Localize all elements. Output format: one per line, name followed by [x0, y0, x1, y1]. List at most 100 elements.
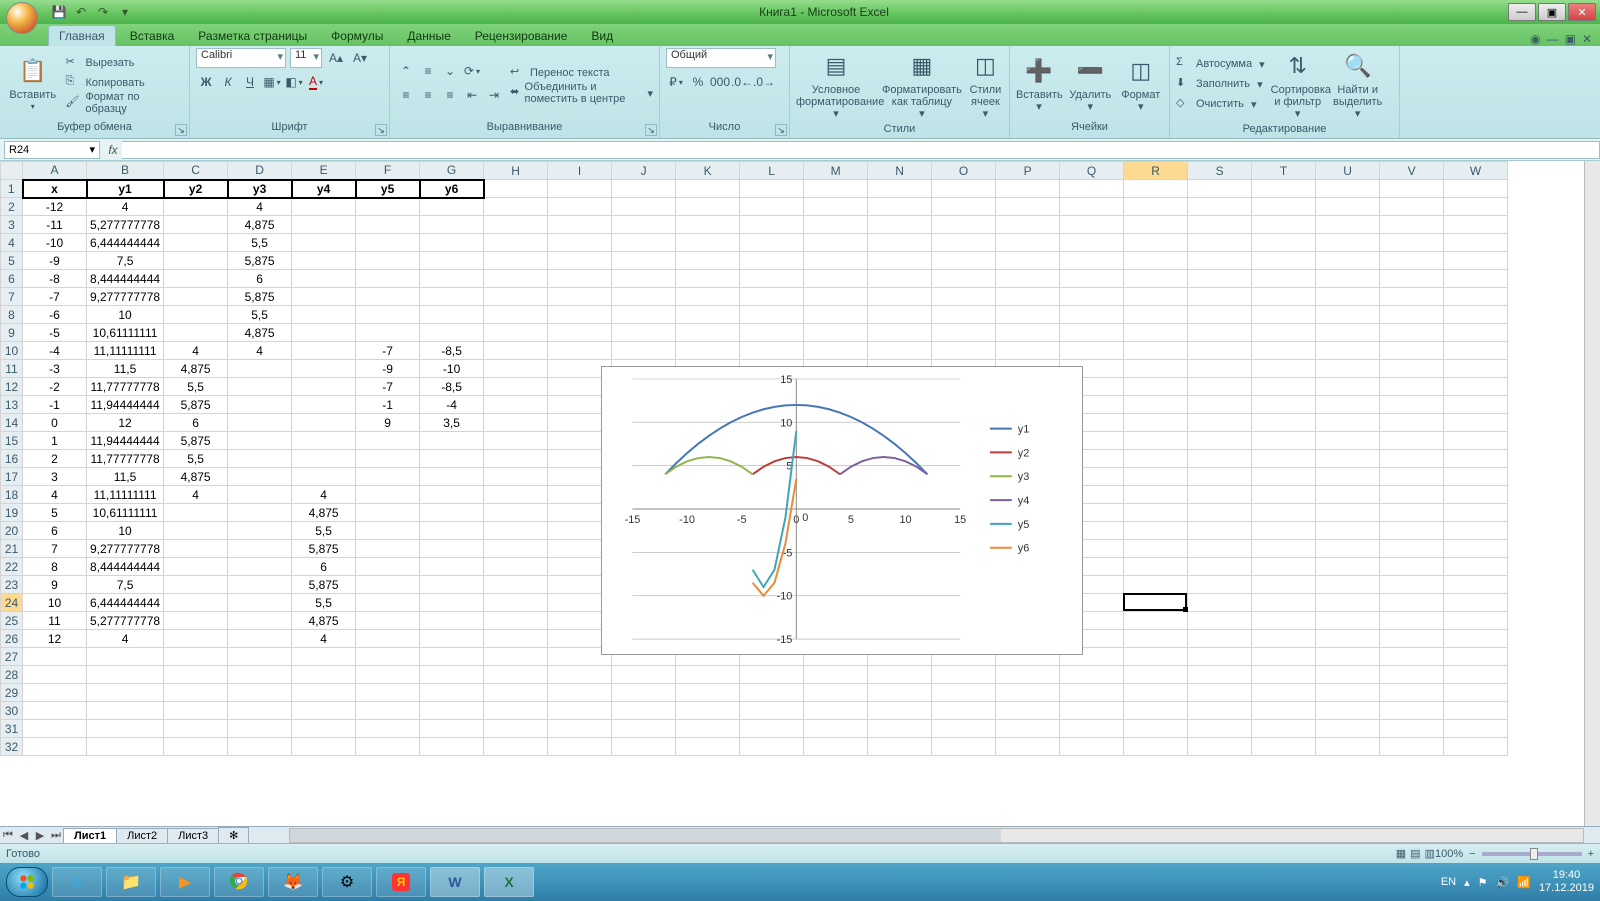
cell-S11[interactable]	[1188, 360, 1252, 378]
cell-L3[interactable]	[740, 216, 804, 234]
cell-B25[interactable]: 5,277777778	[87, 612, 164, 630]
cell-U11[interactable]	[1316, 360, 1380, 378]
cell-C6[interactable]	[164, 270, 228, 288]
cell-U8[interactable]	[1316, 306, 1380, 324]
cell-Q32[interactable]	[1060, 738, 1124, 756]
cell-R29[interactable]	[1124, 684, 1188, 702]
cell-U13[interactable]	[1316, 396, 1380, 414]
cell-F10[interactable]: -7	[356, 342, 420, 360]
cell-G24[interactable]	[420, 594, 484, 612]
cell-J28[interactable]	[612, 666, 676, 684]
cell-D3[interactable]: 4,875	[228, 216, 292, 234]
workbook-maximize-icon[interactable]: ▣	[1565, 32, 1576, 46]
cell-H12[interactable]	[484, 378, 548, 396]
cell-H32[interactable]	[484, 738, 548, 756]
cell-F30[interactable]	[356, 702, 420, 720]
cell-G21[interactable]	[420, 540, 484, 558]
cell-E26[interactable]: 4	[292, 630, 356, 648]
cell-M32[interactable]	[804, 738, 868, 756]
cell-J29[interactable]	[612, 684, 676, 702]
cell-W9[interactable]	[1444, 324, 1508, 342]
cell-A23[interactable]: 9	[23, 576, 87, 594]
cell-S10[interactable]	[1188, 342, 1252, 360]
language-indicator[interactable]: EN	[1441, 876, 1456, 888]
cell-A2[interactable]: -12	[23, 198, 87, 216]
cell-C8[interactable]	[164, 306, 228, 324]
cell-A24[interactable]: 10	[23, 594, 87, 612]
cell-U12[interactable]	[1316, 378, 1380, 396]
cell-U17[interactable]	[1316, 468, 1380, 486]
cell-W30[interactable]	[1444, 702, 1508, 720]
cell-W19[interactable]	[1444, 504, 1508, 522]
cell-D9[interactable]: 4,875	[228, 324, 292, 342]
cell-O9[interactable]	[932, 324, 996, 342]
cell-V9[interactable]	[1380, 324, 1444, 342]
cell-C19[interactable]	[164, 504, 228, 522]
cell-U27[interactable]	[1316, 648, 1380, 666]
cell-B29[interactable]	[87, 684, 164, 702]
cell-A28[interactable]	[23, 666, 87, 684]
cell-H20[interactable]	[484, 522, 548, 540]
cell-F26[interactable]	[356, 630, 420, 648]
cell-F9[interactable]	[356, 324, 420, 342]
cell-T15[interactable]	[1252, 432, 1316, 450]
cell-L30[interactable]	[740, 702, 804, 720]
cell-C2[interactable]	[164, 198, 228, 216]
cell-W10[interactable]	[1444, 342, 1508, 360]
cell-J1[interactable]	[612, 180, 676, 198]
cell-R17[interactable]	[1124, 468, 1188, 486]
cell-styles-button[interactable]: ◫Стили ячеек▾	[968, 48, 1003, 120]
cell-B27[interactable]	[87, 648, 164, 666]
cell-D7[interactable]: 5,875	[228, 288, 292, 306]
cell-S13[interactable]	[1188, 396, 1252, 414]
number-dialog-launcher[interactable]: ↘	[775, 124, 787, 136]
taskbar-excel[interactable]: X	[484, 867, 534, 897]
format-cells-button[interactable]: ◫Формат▾	[1119, 53, 1164, 113]
cell-V2[interactable]	[1380, 198, 1444, 216]
cell-L4[interactable]	[740, 234, 804, 252]
name-box[interactable]: R24▾	[4, 141, 100, 159]
cell-R18[interactable]	[1124, 486, 1188, 504]
cell-P31[interactable]	[996, 720, 1060, 738]
cell-D2[interactable]: 4	[228, 198, 292, 216]
cell-I9[interactable]	[548, 324, 612, 342]
cell-W7[interactable]	[1444, 288, 1508, 306]
cell-O4[interactable]	[932, 234, 996, 252]
sheet-nav-first[interactable]: ⏮	[0, 829, 16, 842]
underline-button[interactable]: Ч	[240, 72, 260, 92]
cell-F15[interactable]	[356, 432, 420, 450]
fx-icon[interactable]: fx	[104, 143, 122, 157]
cell-W4[interactable]	[1444, 234, 1508, 252]
cell-E3[interactable]	[292, 216, 356, 234]
cell-I2[interactable]	[548, 198, 612, 216]
borders-button[interactable]: ▦	[262, 72, 282, 92]
cell-H23[interactable]	[484, 576, 548, 594]
cell-B31[interactable]	[87, 720, 164, 738]
cell-H5[interactable]	[484, 252, 548, 270]
sheet-nav-prev[interactable]: ◀	[16, 829, 32, 842]
cell-V6[interactable]	[1380, 270, 1444, 288]
cell-I29[interactable]	[548, 684, 612, 702]
cell-C17[interactable]: 4,875	[164, 468, 228, 486]
cell-S9[interactable]	[1188, 324, 1252, 342]
cell-W23[interactable]	[1444, 576, 1508, 594]
cell-G6[interactable]	[420, 270, 484, 288]
cell-G20[interactable]	[420, 522, 484, 540]
cell-G29[interactable]	[420, 684, 484, 702]
col-header-E[interactable]: E	[292, 162, 356, 180]
tab-home[interactable]: Главная	[48, 25, 116, 46]
cell-G8[interactable]	[420, 306, 484, 324]
cell-D23[interactable]	[228, 576, 292, 594]
cell-I28[interactable]	[548, 666, 612, 684]
cell-T2[interactable]	[1252, 198, 1316, 216]
cell-C5[interactable]	[164, 252, 228, 270]
tab-page-layout[interactable]: Разметка страницы	[188, 26, 317, 46]
cell-K32[interactable]	[676, 738, 740, 756]
cell-U24[interactable]	[1316, 594, 1380, 612]
cell-W20[interactable]	[1444, 522, 1508, 540]
cell-M3[interactable]	[804, 216, 868, 234]
cell-W16[interactable]	[1444, 450, 1508, 468]
cell-H22[interactable]	[484, 558, 548, 576]
cell-J4[interactable]	[612, 234, 676, 252]
cell-H24[interactable]	[484, 594, 548, 612]
